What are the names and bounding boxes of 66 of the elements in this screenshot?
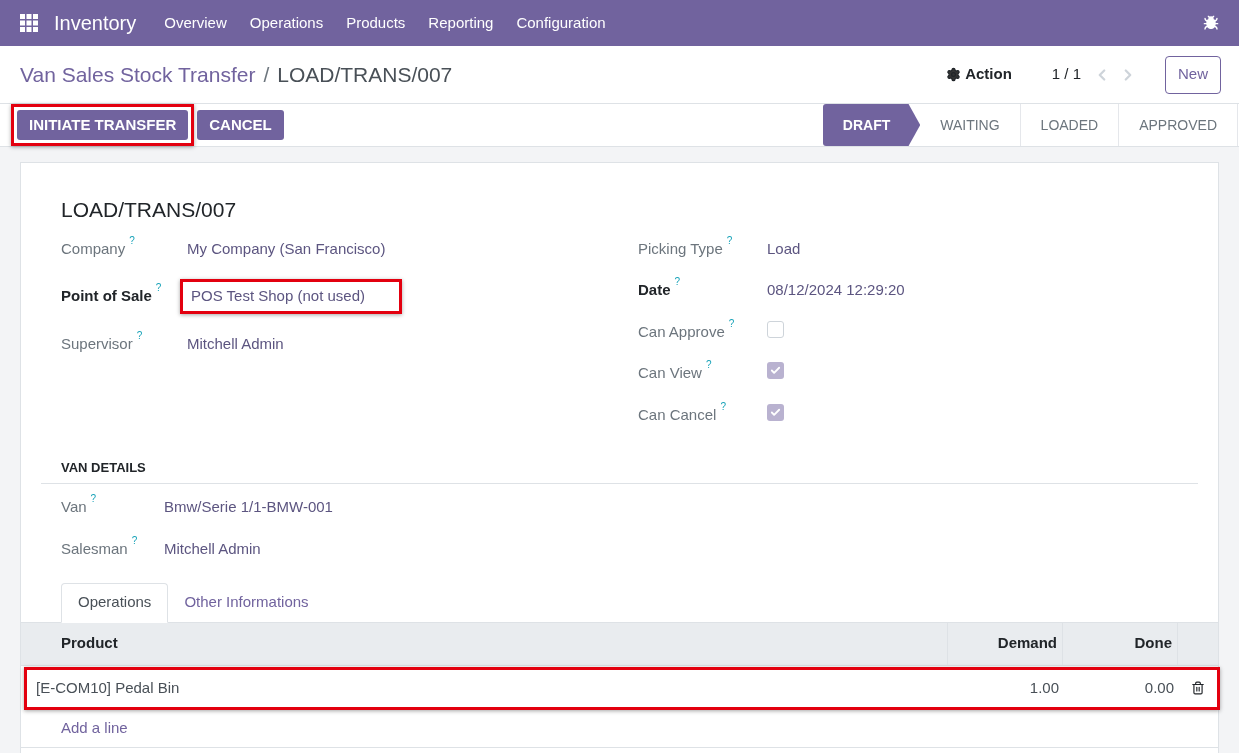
debug-bug-icon[interactable] [1203,15,1219,31]
app-grid-icon[interactable] [20,14,38,32]
record-title: LOAD/TRANS/007 [61,197,238,223]
table-cell-text: 1.00 [1028,677,1060,698]
status-stage[interactable]: LOADED [1020,104,1120,146]
field-value: Mitchell Admin [164,539,261,559]
help-tooltip-mark[interactable]: ? [728,318,735,329]
field-label: Can Cancel [638,404,717,425]
column-header[interactable]: Done [1062,622,1177,665]
section-heading: VAN DETAILS [61,460,146,475]
help-tooltip-mark[interactable]: ? [720,401,726,412]
notebook-tab[interactable]: Operations [61,582,169,623]
field-value: 08/12/2024 12:29:20 [767,280,905,300]
menu-item[interactable]: Overview [164,11,227,35]
delete-trash-icon[interactable] [1191,681,1205,695]
status-stage[interactable]: WAITING [920,104,1021,146]
pager-value[interactable]: 1 / 1 [1051,63,1081,86]
breadcrumb-separator: / [263,61,270,88]
breadcrumb-current: LOAD/TRANS/007 [277,61,453,88]
menu-item[interactable]: Operations [249,11,324,35]
field-label: Can Approve [638,321,725,342]
breadcrumb-parent[interactable]: Van Sales Stock Transfer [20,58,256,91]
table-cell-text: [E-COM10] Pedal Bin [35,677,181,698]
column-header[interactable]: Demand [947,622,1062,665]
field-value: My Company (San Francisco) [187,238,386,259]
status-stage[interactable]: APPROVED [1119,104,1238,146]
help-tooltip-mark[interactable]: ? [674,277,681,287]
menu-item[interactable]: Reporting [428,11,494,35]
help-tooltip-mark[interactable]: ? [726,235,733,246]
field-label: Supervisor [61,333,133,354]
workflow-button[interactable]: INITIATE TRANSFER [17,110,189,140]
field-value: POS Test Shop (not used) [180,279,402,314]
notebook-tab[interactable]: Other Informations [168,582,325,623]
action-menu-button[interactable]: Action [946,63,1012,86]
check-icon [770,406,781,418]
field-value: Load [767,238,801,259]
field-label: Picking Type [638,238,723,259]
status-stage[interactable]: DRAFT [822,104,921,146]
check-icon [770,365,781,376]
help-tooltip-mark[interactable]: ? [136,330,143,341]
field-label: Date [638,280,671,300]
menu-item[interactable]: Products [346,11,406,35]
app-name[interactable]: Inventory [54,8,137,38]
new-button[interactable]: New [1165,55,1221,94]
workflow-button[interactable]: CANCEL [197,110,284,140]
field-label: Company [61,238,126,259]
field-label: Can View [638,363,702,383]
help-tooltip-mark[interactable]: ? [155,283,162,293]
help-tooltip-mark[interactable]: ? [129,235,135,246]
gear-icon [946,67,962,82]
checkbox[interactable] [767,362,784,379]
field-value: Bmw/Serie 1/1-BMW-001 [164,496,333,517]
column-header[interactable]: Product [21,632,947,655]
help-tooltip-mark[interactable]: ? [90,493,97,504]
checkbox[interactable] [767,320,784,338]
help-tooltip-mark[interactable]: ? [131,536,138,546]
field-label: Point of Sale [61,286,152,306]
menu-item[interactable]: Configuration [516,11,606,35]
help-tooltip-mark[interactable]: ? [705,360,712,370]
field-label: Van [61,496,87,517]
table-row[interactable]: [E-COM10] Pedal Bin 1.00 0.00 [24,666,1220,710]
add-line-link[interactable]: Add a line [61,716,128,740]
checkbox[interactable] [767,403,784,421]
table-cell-text: 0.00 [1143,677,1175,698]
field-label: Salesman [61,539,128,559]
field-value: Mitchell Admin [187,333,284,354]
